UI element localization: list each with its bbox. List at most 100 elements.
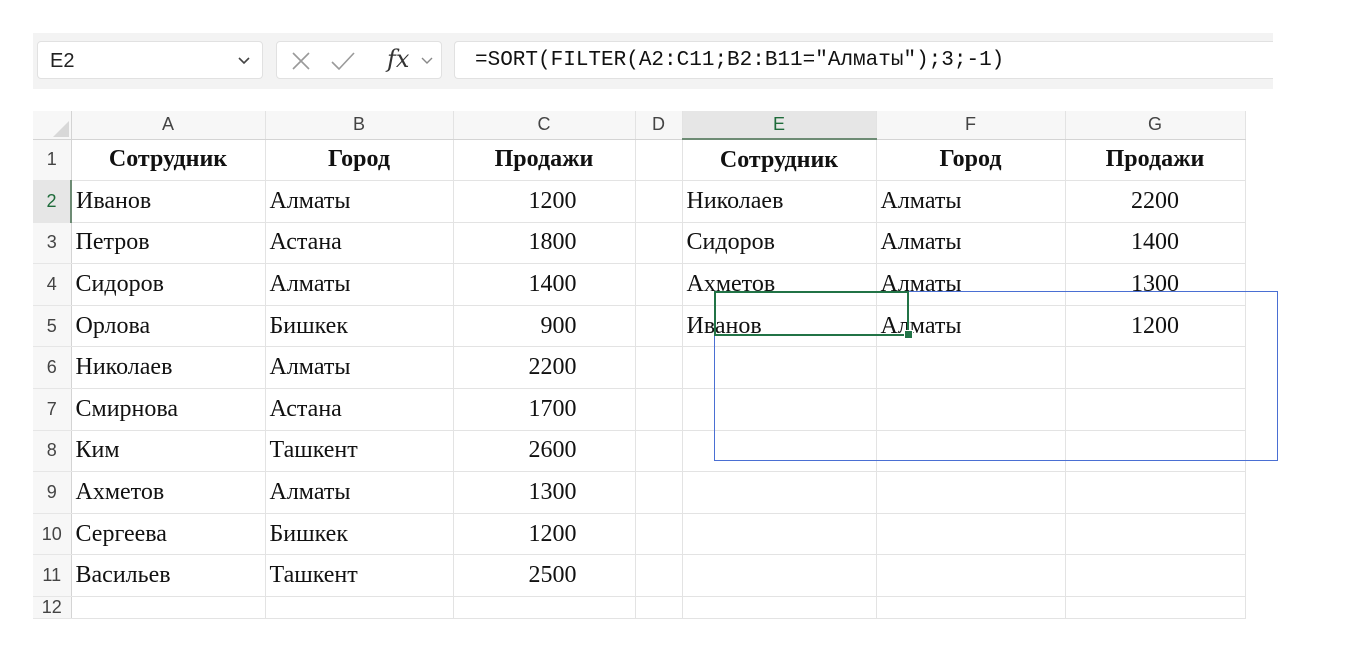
cell-c12[interactable] (453, 596, 636, 620)
enter-check-icon[interactable] (329, 49, 357, 73)
cell-e4[interactable]: Ахметов (682, 263, 877, 306)
cell-f4[interactable]: Алматы (876, 263, 1066, 306)
cell-e3[interactable]: Сидоров (682, 222, 877, 265)
cell-c7[interactable]: 1700 (453, 388, 636, 431)
cell-a1[interactable]: Сотрудник (71, 139, 266, 182)
row-header[interactable]: 1 (33, 139, 72, 182)
cell-a7[interactable]: Смирнова (71, 388, 266, 431)
cell-b3[interactable]: Астана (265, 222, 454, 265)
column-header-g[interactable]: G (1065, 111, 1246, 140)
cell-c5[interactable]: 900 (453, 305, 636, 348)
cell-g3[interactable]: 1400 (1065, 222, 1246, 265)
chevron-down-icon[interactable] (420, 54, 434, 68)
cell-f11[interactable] (876, 554, 1066, 598)
cell-e5[interactable]: Иванов (682, 305, 877, 348)
cell-e2[interactable]: Николаев (682, 180, 877, 223)
column-header-b[interactable]: B (265, 111, 454, 140)
cell-b10[interactable]: Бишкек (265, 513, 454, 556)
row-header[interactable]: 2 (33, 180, 72, 223)
cell-b1[interactable]: Город (265, 139, 454, 182)
cell-c8[interactable]: 2600 (453, 430, 636, 473)
cell-g9[interactable] (1065, 471, 1246, 514)
column-header-a[interactable]: A (71, 111, 266, 140)
cell-f10[interactable] (876, 513, 1066, 556)
cell-d7[interactable] (635, 388, 683, 431)
cell-e7[interactable] (682, 388, 877, 431)
cell-d3[interactable] (635, 222, 683, 265)
cell-e12[interactable] (682, 596, 877, 620)
cell-f6[interactable] (876, 346, 1066, 390)
cell-a4[interactable]: Сидоров (71, 263, 266, 306)
cell-d1[interactable] (635, 139, 683, 182)
cell-e9[interactable] (682, 471, 877, 514)
cell-c11[interactable]: 2500 (453, 554, 636, 598)
cell-c3[interactable]: 1800 (453, 222, 636, 265)
cell-a12[interactable] (71, 596, 266, 620)
cell-c10[interactable]: 1200 (453, 513, 636, 556)
cell-e10[interactable] (682, 513, 877, 556)
cell-b4[interactable]: Алматы (265, 263, 454, 306)
cell-b5[interactable]: Бишкек (265, 305, 454, 348)
cell-b12[interactable] (265, 596, 454, 620)
row-header[interactable]: 9 (33, 471, 72, 514)
cell-e6[interactable] (682, 346, 877, 390)
cell-d4[interactable] (635, 263, 683, 306)
column-header-c[interactable]: C (453, 111, 636, 140)
cell-f7[interactable] (876, 388, 1066, 431)
name-box[interactable]: E2 (37, 41, 263, 79)
row-header[interactable]: 6 (33, 346, 72, 390)
column-header-f[interactable]: F (876, 111, 1066, 140)
cell-d2[interactable] (635, 180, 683, 223)
cell-a10[interactable]: Сергеева (71, 513, 266, 556)
cell-c4[interactable]: 1400 (453, 263, 636, 306)
cell-b9[interactable]: Алматы (265, 471, 454, 514)
cell-d6[interactable] (635, 346, 683, 390)
cell-f2[interactable]: Алматы (876, 180, 1066, 223)
cell-d9[interactable] (635, 471, 683, 514)
insert-function-button[interactable]: fx (387, 45, 409, 73)
row-header[interactable]: 12 (33, 596, 72, 620)
cell-g1[interactable]: Продажи (1065, 139, 1246, 182)
cell-a11[interactable]: Васильев (71, 554, 266, 598)
cell-f5[interactable]: Алматы (876, 305, 1066, 348)
cell-d5[interactable] (635, 305, 683, 348)
chevron-down-icon[interactable] (236, 52, 252, 68)
row-header[interactable]: 3 (33, 222, 72, 265)
cell-g12[interactable] (1065, 596, 1246, 620)
cell-g6[interactable] (1065, 346, 1246, 390)
cell-c9[interactable]: 1300 (453, 471, 636, 514)
cell-b2[interactable]: Алматы (265, 180, 454, 223)
cell-d10[interactable] (635, 513, 683, 556)
cell-f3[interactable]: Алматы (876, 222, 1066, 265)
cell-f1[interactable]: Город (876, 139, 1066, 182)
row-header[interactable]: 11 (33, 554, 72, 598)
select-all-corner[interactable] (33, 111, 72, 140)
cell-g2[interactable]: 2200 (1065, 180, 1246, 223)
cell-b11[interactable]: Ташкент (265, 554, 454, 598)
cancel-icon[interactable] (289, 49, 313, 73)
cell-a5[interactable]: Орлова (71, 305, 266, 348)
cell-g5[interactable]: 1200 (1065, 305, 1246, 348)
cell-a3[interactable]: Петров (71, 222, 266, 265)
cell-f9[interactable] (876, 471, 1066, 514)
cell-f12[interactable] (876, 596, 1066, 620)
cell-b8[interactable]: Ташкент (265, 430, 454, 473)
row-header[interactable]: 4 (33, 263, 72, 306)
row-header[interactable]: 8 (33, 430, 72, 473)
cell-f8[interactable] (876, 430, 1066, 473)
cell-d12[interactable] (635, 596, 683, 620)
row-header[interactable]: 7 (33, 388, 72, 431)
row-header[interactable]: 5 (33, 305, 72, 348)
cell-e8[interactable] (682, 430, 877, 473)
row-header[interactable]: 10 (33, 513, 72, 556)
cell-d8[interactable] (635, 430, 683, 473)
cell-c1[interactable]: Продажи (453, 139, 636, 182)
cell-c2[interactable]: 1200 (453, 180, 636, 223)
formula-input[interactable]: =SORT(FILTER(A2:C11;B2:B11="Алматы");3;-… (454, 41, 1273, 79)
cell-g4[interactable]: 1300 (1065, 263, 1246, 306)
cell-b6[interactable]: Алматы (265, 346, 454, 390)
cell-g7[interactable] (1065, 388, 1246, 431)
column-header-d[interactable]: D (635, 111, 683, 140)
column-header-e[interactable]: E (682, 111, 877, 140)
cell-a8[interactable]: Ким (71, 430, 266, 473)
